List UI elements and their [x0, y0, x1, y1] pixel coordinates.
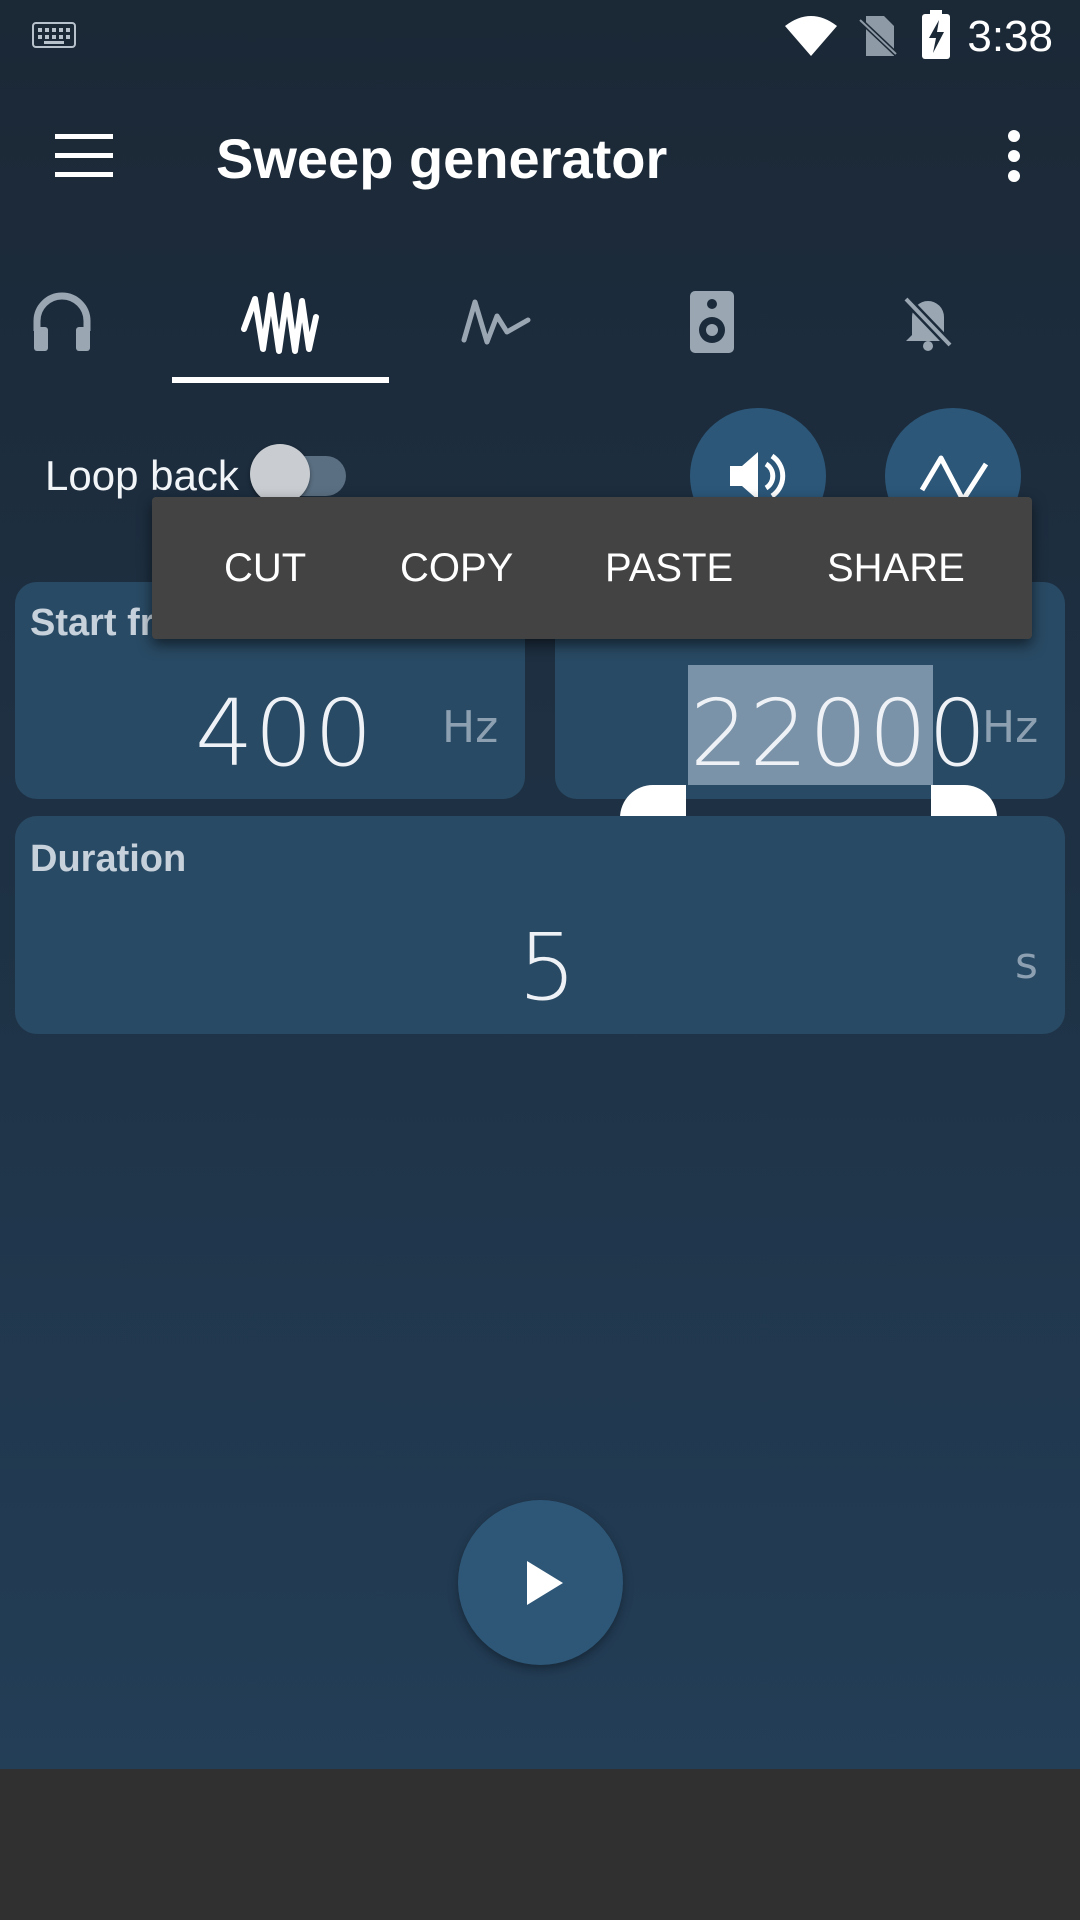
- play-icon: [526, 1560, 563, 1605]
- speaker-icon: [690, 291, 734, 353]
- tab-mute[interactable]: [820, 262, 1036, 382]
- more-options-button[interactable]: [990, 122, 1040, 192]
- end-frequency-value[interactable]: 22000: [690, 680, 988, 787]
- tab-headphones[interactable]: [0, 262, 170, 382]
- start-frequency-unit: Hz: [442, 702, 499, 753]
- volume-icon: [730, 452, 786, 500]
- battery-charging-icon: [920, 10, 952, 65]
- play-button[interactable]: [458, 1500, 623, 1665]
- toggle-thumb: [250, 444, 310, 504]
- duration-card[interactable]: Duration 5 s: [15, 816, 1065, 1034]
- end-frequency-unit: Hz: [982, 702, 1039, 753]
- pulse-wave-icon: [461, 299, 531, 345]
- menu-button[interactable]: [40, 118, 130, 194]
- more-vert-icon: [1008, 130, 1020, 182]
- duration-unit: s: [1015, 938, 1038, 989]
- bottom-bar: [0, 1769, 1080, 1920]
- headphones-icon: [33, 292, 91, 351]
- tab-speaker[interactable]: [604, 262, 820, 382]
- wifi-icon: [783, 14, 839, 63]
- muted-bell-icon: [902, 295, 954, 351]
- tab-sweep[interactable]: [172, 262, 388, 382]
- menu-item-cut[interactable]: CUT: [224, 497, 306, 639]
- status-bar: 3:38: [0, 0, 1080, 75]
- sweep-wave-icon: [241, 292, 319, 354]
- start-frequency-value[interactable]: 400: [195, 680, 374, 787]
- menu-item-paste[interactable]: PASTE: [605, 497, 733, 639]
- page-title: Sweep generator: [216, 127, 668, 190]
- keyboard-icon: [32, 22, 76, 53]
- tab-pulse[interactable]: [388, 262, 604, 382]
- loop-back-label: Loop back: [45, 452, 239, 499]
- no-sim-icon: [858, 14, 898, 63]
- start-frequency-label: Start fr: [30, 602, 155, 644]
- status-time: 3:38: [967, 12, 1053, 61]
- tab-indicator: [172, 377, 389, 383]
- menu-item-copy[interactable]: COPY: [400, 497, 513, 639]
- duration-label: Duration: [30, 838, 187, 880]
- menu-icon: [55, 134, 113, 177]
- duration-value[interactable]: 5: [518, 914, 578, 1021]
- menu-item-share[interactable]: SHARE: [827, 497, 965, 639]
- text-context-menu: CUT COPY PASTE SHARE: [152, 497, 1032, 639]
